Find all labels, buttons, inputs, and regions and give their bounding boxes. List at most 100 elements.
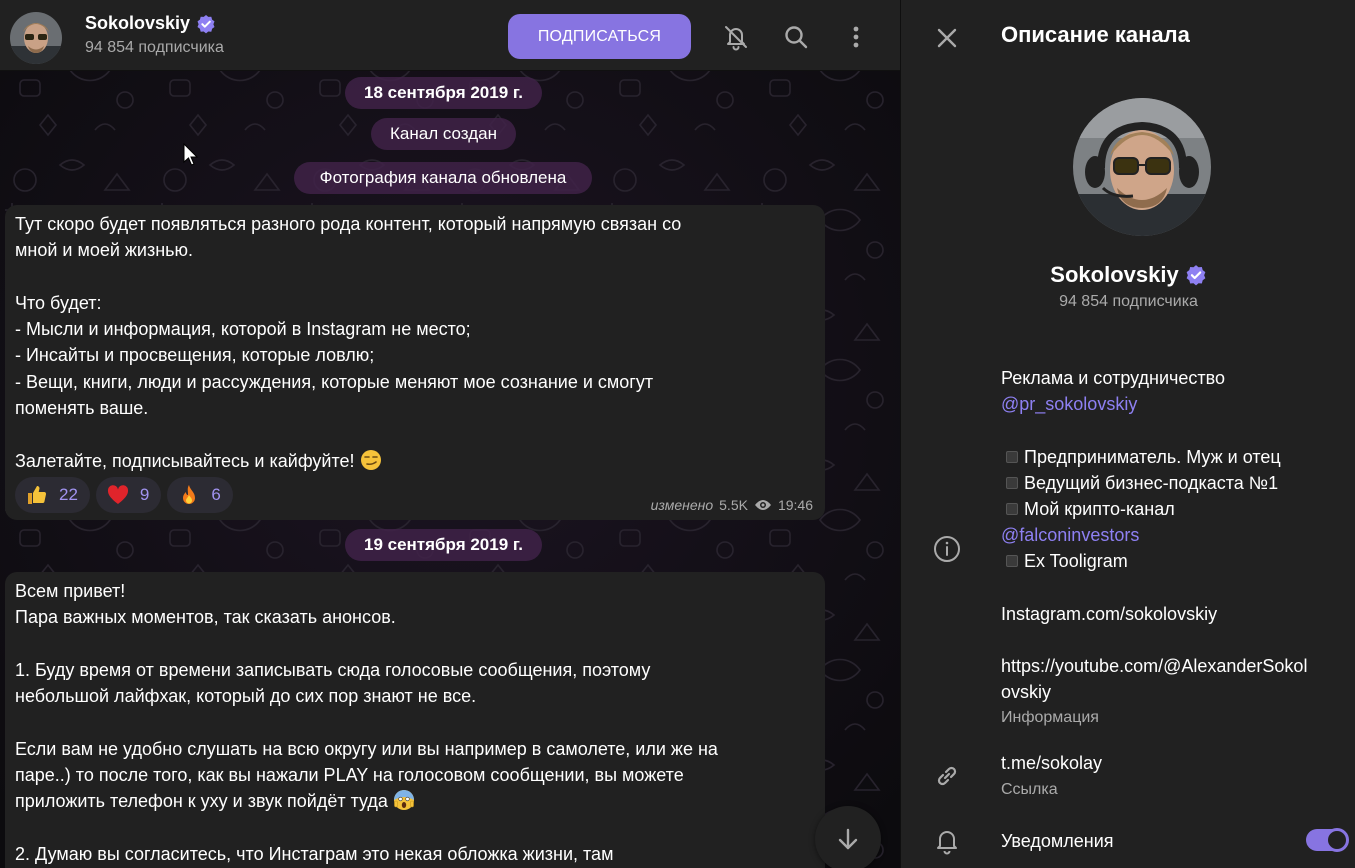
square-bullet-icon <box>1006 503 1018 515</box>
heart-icon <box>107 485 128 504</box>
eye-icon <box>754 500 771 510</box>
notifications-toggle[interactable] <box>1306 828 1349 852</box>
message-time: 19:46 <box>777 497 813 513</box>
square-bullet-icon <box>1006 476 1018 489</box>
message-line <box>15 815 815 841</box>
crypto-channel-link[interactable]: @falconinvestors <box>1001 525 1139 545</box>
smirk-emoji-icon <box>360 449 381 470</box>
channel-description: Реклама и сотрудничество @pr_sokolovskiy… <box>1001 365 1351 728</box>
reaction-fire[interactable]: 6 <box>167 477 233 513</box>
subscriber-count: 94 854 подписчика <box>85 39 224 56</box>
message-text: Тут скоро будет появляться разного рода … <box>5 205 825 474</box>
toggle-knob <box>1325 828 1349 852</box>
verified-badge-icon <box>197 14 215 33</box>
message-line: Всем привет! <box>15 581 126 601</box>
description-line: Ведущий бизнес-подкаста №1 <box>1001 470 1351 496</box>
message-line-text: Залетайте, подписывайтесь и кайфуйте! <box>15 450 355 471</box>
message-line: Залетайте, подписывайтесь и кайфуйте! <box>15 448 815 474</box>
service-message-channel-created: Канал создан <box>371 118 516 150</box>
notifications-row[interactable]: Уведомления <box>1001 828 1351 854</box>
thumbs-up-icon <box>28 486 47 504</box>
message-bubble[interactable]: Всем привет! Пара важных моментов, так с… <box>5 572 825 868</box>
subscribe-button[interactable]: ПОДПИСАТЬСЯ <box>508 14 691 59</box>
mouse-cursor-icon <box>183 143 199 166</box>
fire-icon <box>183 485 196 504</box>
description-line: Мой крипто-канал <box>1001 496 1351 522</box>
message-bubble[interactable]: Тут скоро будет появляться разного рода … <box>5 205 825 520</box>
description-line <box>1001 627 1351 653</box>
channel-avatar-large[interactable] <box>1073 98 1211 236</box>
message-line: - Вещи, книги, люди и рассуждения, котор… <box>15 371 654 392</box>
ads-contact-link[interactable]: @pr_sokolovskiy <box>1001 394 1137 414</box>
description-line <box>1001 417 1351 443</box>
reaction-count: 6 <box>211 485 221 504</box>
message-line: 1. Буду время от времени записывать сюда… <box>15 659 651 680</box>
chat-header: Sokolovskiy 94 854 подписчика ПОДПИСАТЬС… <box>0 0 900 71</box>
view-count: 5.5K <box>719 497 748 513</box>
description-caption: Информация <box>1001 708 1099 726</box>
reaction-thumbs-up[interactable]: 22 <box>15 477 90 513</box>
search-icon[interactable] <box>776 17 816 57</box>
message-line: паре..) то после того, как вы нажали PLA… <box>15 765 684 786</box>
subscriber-count: 94 854 подписчика <box>1059 293 1198 310</box>
description-line: Ex Tooligram <box>1001 548 1351 574</box>
reaction-count: 9 <box>139 485 150 504</box>
message-line: приложить телефон к уху и звук пойдёт ту… <box>15 788 815 814</box>
info-name-row: Sokolovskiy <box>901 262 1355 288</box>
service-message-photo-updated: Фотография канала обновлена <box>294 162 592 194</box>
message-line-text: приложить телефон к уху и звук пойдёт ту… <box>15 791 388 812</box>
channel-avatar[interactable] <box>10 12 62 64</box>
message-line <box>15 709 815 735</box>
bell-off-icon[interactable] <box>716 17 756 57</box>
panel-title: Описание канала <box>1001 22 1190 47</box>
more-vertical-icon[interactable] <box>836 17 876 57</box>
date-separator: 18 сентября 2019 г. <box>345 77 542 109</box>
reaction-heart[interactable]: 9 <box>95 477 162 513</box>
description-line: Предприниматель. Муж и отец <box>1001 444 1351 470</box>
message-line: Если вам не удобно слушать на всю округу… <box>15 738 718 759</box>
close-button[interactable] <box>929 20 965 56</box>
message-line <box>15 421 815 447</box>
message-line: поменять ваше. <box>15 398 149 419</box>
info-icon <box>929 531 965 567</box>
chat-pane: Sokolovskiy 94 854 подписчика ПОДПИСАТЬС… <box>0 0 900 868</box>
description-bullet: Ex Tooligram <box>1024 551 1128 572</box>
square-bullet-icon <box>1006 555 1018 568</box>
description-bullet: Ведущий бизнес-подкаста №1 <box>1024 472 1279 493</box>
description-line <box>1001 575 1351 601</box>
message-line: Пара важных моментов, так сказать анонсо… <box>15 607 396 628</box>
scroll-to-bottom-button[interactable] <box>815 806 881 868</box>
channel-link[interactable]: t.me/sokolay <box>1001 750 1351 776</box>
channel-link-row[interactable]: t.me/sokolay Ссылка <box>1001 750 1351 800</box>
message-line: Тут скоро будет появляться разного рода … <box>15 214 682 234</box>
message-line <box>15 631 815 657</box>
channel-name: Sokolovskiy <box>85 13 191 33</box>
close-icon <box>937 28 957 48</box>
reaction-count: 22 <box>59 485 78 504</box>
youtube-text: ovskiy <box>1001 682 1052 703</box>
youtube-text: https://youtube.com/@AlexanderSokol <box>1001 656 1308 677</box>
bell-icon <box>929 823 965 859</box>
reactions-bar: 22 9 6 <box>15 477 233 513</box>
channel-info-pane: Описание канала Sokolovskiy 94 854 подпи… <box>900 0 1355 868</box>
description-bullet: Предприниматель. Муж и отец <box>1024 446 1281 467</box>
link-icon <box>929 758 965 794</box>
description-line: Реклама и сотрудничество <box>1001 368 1226 388</box>
message-line: мной и моей жизнью. <box>15 240 194 261</box>
notifications-label: Уведомления <box>1001 831 1114 851</box>
channel-name-row[interactable]: Sokolovskiy <box>85 13 216 34</box>
screaming-face-emoji-icon <box>393 790 414 811</box>
edited-label: изменено <box>650 497 714 513</box>
message-line: - Мысли и информация, которой в Instagra… <box>15 319 471 340</box>
date-separator: 19 сентября 2019 г. <box>345 529 542 561</box>
message-text: Всем привет! Пара важных моментов, так с… <box>5 572 825 867</box>
channel-name: Sokolovskiy <box>1050 262 1179 287</box>
square-bullet-icon <box>1006 450 1018 463</box>
message-line <box>15 264 815 290</box>
link-caption: Ссылка <box>1001 781 1058 799</box>
message-line: Что будет: <box>15 292 102 313</box>
instagram-text: Instagram.com/sokolovskiy <box>1001 603 1218 624</box>
arrow-down-icon <box>838 828 858 850</box>
message-line: 2. Думаю вы согласитесь, что Инстаграм э… <box>15 843 614 864</box>
message-meta: изменено 5.5K 19:46 <box>651 497 813 513</box>
